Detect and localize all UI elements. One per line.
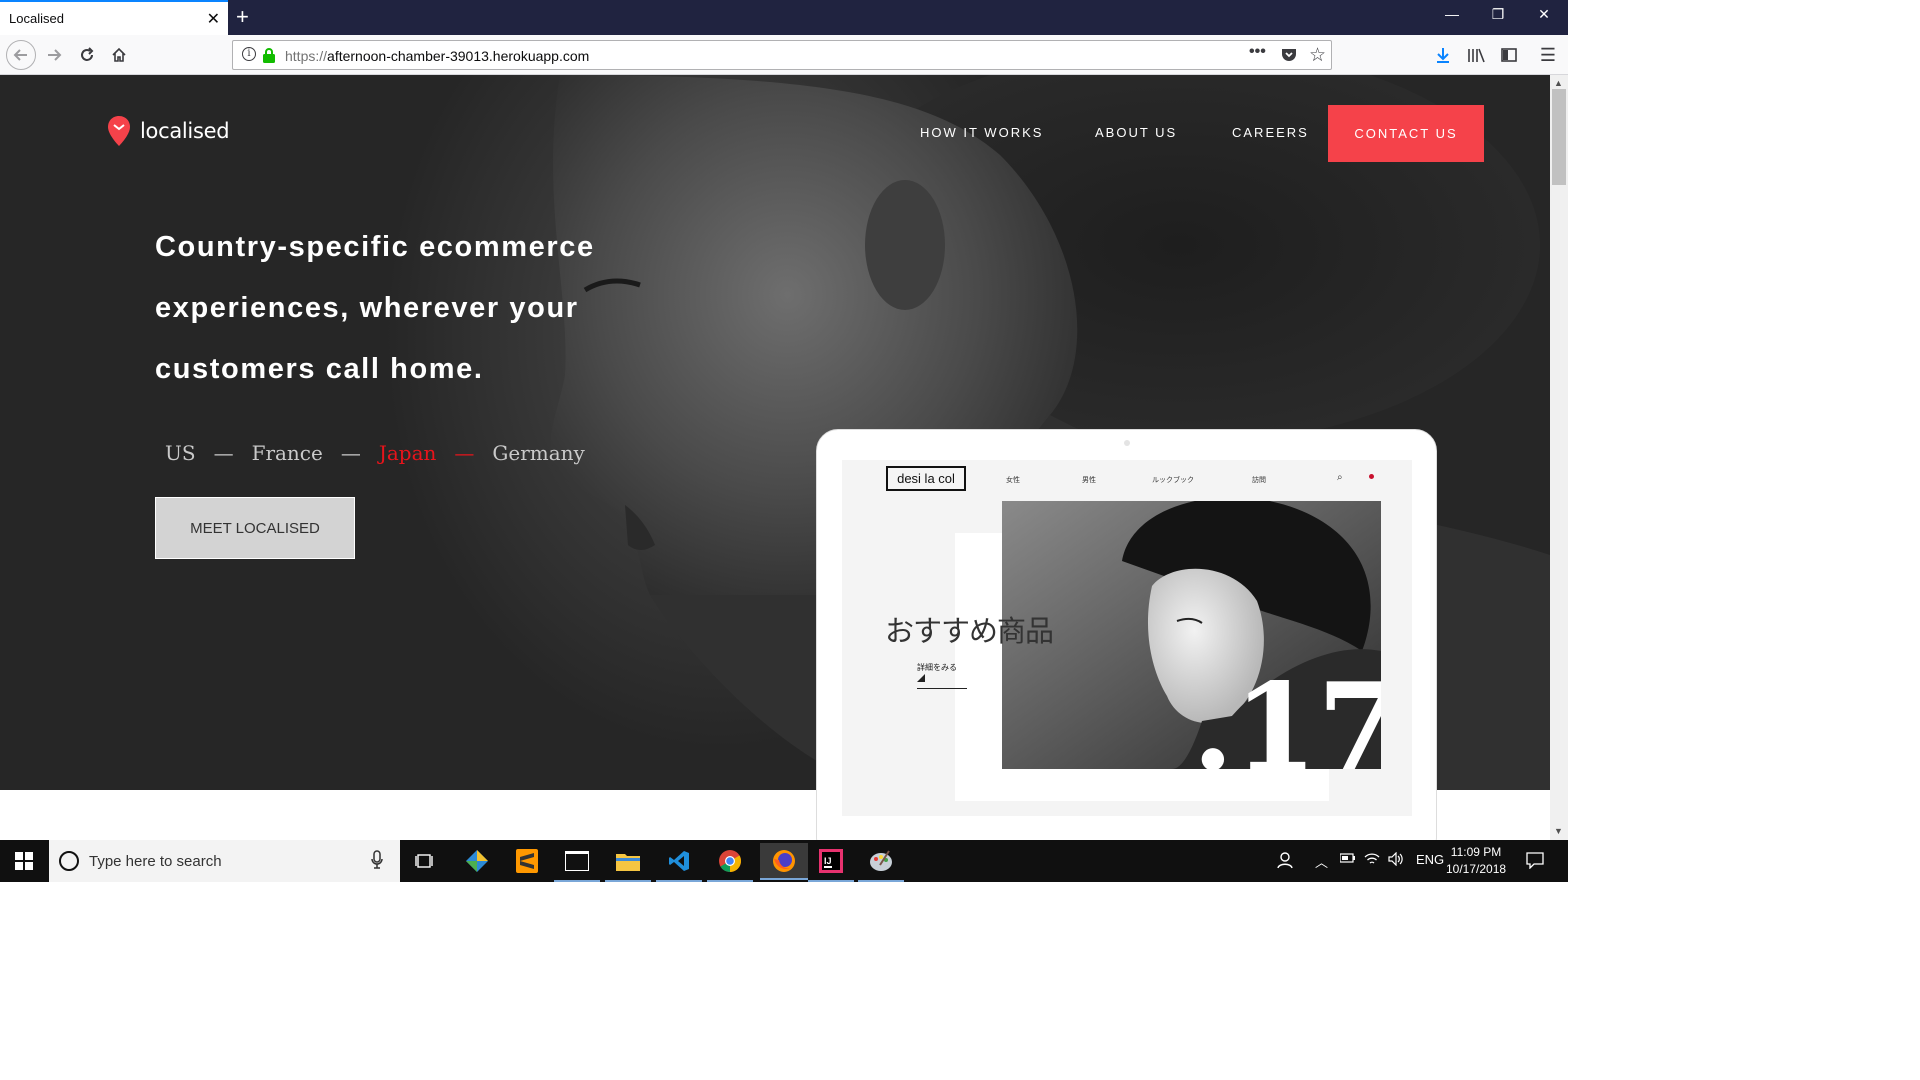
contact-us-button[interactable]: CONTACT US (1328, 105, 1484, 162)
reload-icon[interactable] (74, 42, 100, 68)
mockup-nav-men: 男性 (1082, 477, 1096, 484)
people-icon[interactable] (1277, 851, 1295, 872)
taskbar-search[interactable]: Type here to search (49, 840, 400, 882)
new-tab-icon[interactable]: + (236, 4, 249, 30)
microphone-icon[interactable] (371, 850, 383, 875)
mockup-cart-dot (1369, 474, 1374, 479)
country-us[interactable]: US (165, 441, 196, 465)
nav-about-us[interactable]: ABOUT US (1095, 125, 1177, 140)
tab-title: Localised (9, 11, 64, 26)
country-germany[interactable]: Germany (492, 441, 584, 465)
git-icon[interactable] (457, 847, 497, 875)
sublime-text-icon[interactable] (507, 847, 547, 875)
nav-careers[interactable]: CAREERS (1232, 125, 1309, 140)
clock-time: 11:09 PM (1450, 845, 1502, 859)
logo-text: localised (140, 119, 230, 143)
camera-dot (1124, 440, 1130, 446)
home-icon[interactable] (106, 42, 132, 68)
sidebar-icon[interactable] (1496, 42, 1522, 68)
bookmark-star-icon[interactable]: ☆ (1309, 44, 1326, 67)
browser-toolbar: i https://afternoon-chamber-39013.heroku… (0, 35, 1568, 75)
country-selector: US — France — Japan — Germany (165, 441, 585, 465)
active-tab[interactable]: Localised ✕ (0, 0, 228, 35)
tablet-mockup: desi la col 女性 男性 ルックブック 訪問 ⌕ .17 おすすめ商品… (816, 429, 1437, 840)
minimize-icon[interactable]: — (1429, 6, 1475, 22)
country-france[interactable]: France (252, 441, 323, 465)
search-placeholder: Type here to search (89, 853, 222, 870)
terminal-icon[interactable] (554, 847, 600, 882)
tab-strip: Localised ✕ + — ❐ ✕ (0, 0, 1568, 35)
mockup-nav-visit: 訪問 (1252, 477, 1266, 484)
mockup-screen: desi la col 女性 男性 ルックブック 訪問 ⌕ .17 おすすめ商品… (842, 460, 1412, 816)
nav-how-it-works[interactable]: HOW IT WORKS (920, 125, 1043, 140)
page-scrollbar[interactable]: ▲ ▼ (1550, 75, 1568, 840)
file-explorer-icon[interactable] (605, 847, 651, 882)
firefox-icon[interactable] (760, 843, 808, 880)
volume-icon[interactable] (1388, 851, 1404, 869)
menu-icon[interactable]: ☰ (1535, 42, 1561, 68)
close-window-icon[interactable]: ✕ (1521, 6, 1567, 23)
wifi-icon[interactable] (1364, 852, 1380, 869)
site-info-icon[interactable]: i (242, 47, 256, 61)
mockup-search-icon: ⌕ (1337, 472, 1343, 483)
address-bar[interactable]: i https://afternoon-chamber-39013.heroku… (232, 40, 1332, 70)
chevron-up-icon[interactable]: ︿ (1315, 852, 1328, 871)
vscode-icon[interactable] (656, 847, 702, 882)
url-text: https://afternoon-chamber-39013.herokuap… (285, 48, 590, 64)
forward-icon[interactable] (41, 42, 67, 68)
scroll-down-icon[interactable]: ▼ (1554, 826, 1563, 836)
paint-icon[interactable] (858, 847, 904, 882)
meet-localised-button[interactable]: MEET LOCALISED (155, 497, 355, 559)
chrome-icon[interactable] (707, 847, 753, 882)
windows-start-icon[interactable] (0, 840, 48, 882)
library-icon[interactable] (1463, 42, 1489, 68)
notifications-icon[interactable] (1526, 851, 1544, 872)
clock-date: 10/17/2018 (1446, 862, 1507, 876)
back-icon[interactable] (6, 40, 36, 70)
pocket-icon[interactable] (1281, 46, 1297, 67)
separator: — (340, 441, 361, 465)
close-tab-icon[interactable]: ✕ (207, 9, 220, 29)
jetbrains-icon[interactable]: IJ (808, 847, 854, 882)
country-japan[interactable]: Japan (379, 441, 437, 465)
separator-active: — (454, 441, 475, 465)
svg-text:IJ: IJ (824, 856, 832, 866)
task-view-icon[interactable] (405, 847, 445, 875)
scroll-up-icon[interactable]: ▲ (1554, 78, 1563, 88)
battery-icon[interactable] (1339, 852, 1356, 867)
page-actions-icon[interactable]: ••• (1249, 43, 1266, 61)
photo-number: .17 (1192, 657, 1381, 769)
windows-taskbar: Type here to search IJ ︿ ENG 11:09 PM 10… (0, 840, 1568, 882)
downloads-icon[interactable] (1430, 42, 1456, 68)
cortana-icon (59, 851, 79, 871)
mockup-details-link: 詳細をみる ◢ (917, 662, 967, 689)
page-viewport: localised HOW IT WORKS ABOUT US CAREERS … (0, 75, 1550, 840)
mockup-photo: .17 (1002, 501, 1381, 769)
system-clock[interactable]: 11:09 PM 10/17/2018 (1446, 844, 1506, 878)
language-indicator[interactable]: ENG (1416, 852, 1444, 867)
hero-headline: Country-specific ecommerce experiences, … (155, 231, 595, 385)
mockup-nav-lookbook: ルックブック (1152, 477, 1194, 484)
scroll-thumb[interactable] (1552, 89, 1566, 185)
location-pin-icon (108, 116, 130, 146)
mockup-heading: おすすめ商品 (885, 614, 1054, 648)
site-logo[interactable]: localised (107, 115, 230, 147)
separator: — (213, 441, 234, 465)
restore-icon[interactable]: ❐ (1475, 6, 1521, 23)
lock-icon (263, 48, 275, 63)
mockup-nav-women: 女性 (1006, 477, 1020, 484)
mockup-logo: desi la col (886, 466, 966, 491)
